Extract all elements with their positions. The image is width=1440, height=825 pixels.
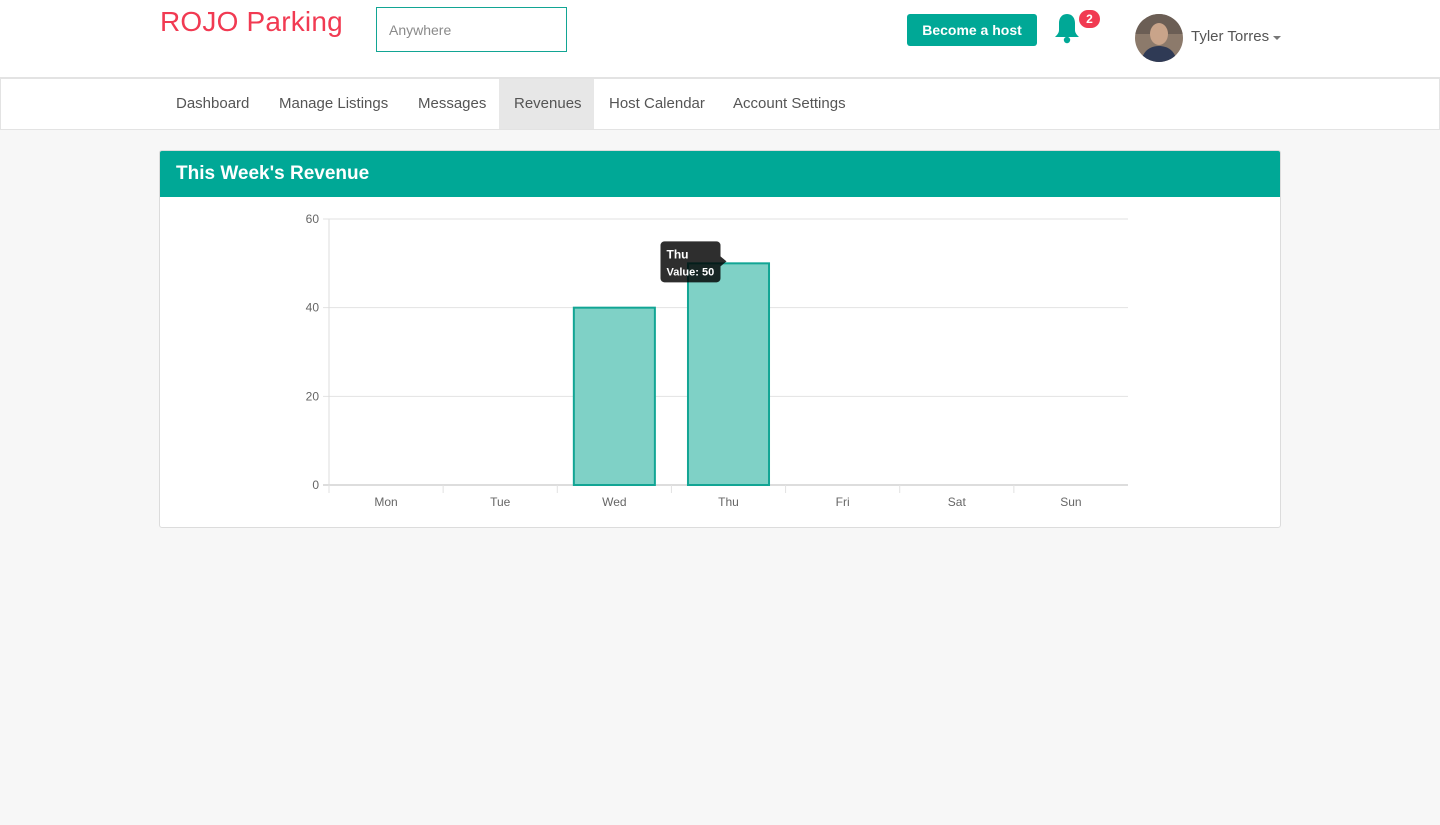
x-tick-label: Sun xyxy=(1060,495,1081,509)
panel-title: This Week's Revenue xyxy=(160,151,1280,197)
y-tick-label: 40 xyxy=(306,301,320,315)
top-bar: ROJO Parking Become a host 2 Tyler Torre… xyxy=(0,0,1440,78)
chart-tooltip: Thu Value: 50 xyxy=(660,241,727,283)
x-tick-label: Wed xyxy=(602,495,626,509)
bar xyxy=(686,262,771,487)
x-tick-label: Tue xyxy=(490,495,511,509)
bell-icon[interactable] xyxy=(1052,12,1082,44)
nav-item-dashboard[interactable]: Dashboard xyxy=(161,79,264,129)
user-name[interactable]: Tyler Torres xyxy=(1191,28,1269,45)
y-tick-label: 20 xyxy=(306,389,320,403)
nav-item-manage-listings[interactable]: Manage Listings xyxy=(264,79,403,129)
x-tick-label: Fri xyxy=(836,495,850,509)
nav-item-host-calendar[interactable]: Host Calendar xyxy=(594,79,720,129)
main-nav: Dashboard Manage Listings Messages Reven… xyxy=(0,78,1440,130)
notification-badge: 2 xyxy=(1079,10,1100,28)
search-input[interactable] xyxy=(376,7,567,52)
tooltip-title: Thu xyxy=(667,247,689,261)
x-tick-label: Mon xyxy=(374,495,397,509)
revenue-chart: 0 20 40 60 Mon Tue Wed Thu Fri Sat Sun Thu Value: 50 xyxy=(306,212,1128,509)
y-tick-label: 0 xyxy=(312,478,319,492)
x-tick-label: Sat xyxy=(948,495,967,509)
tooltip-value: Value: 50 xyxy=(667,266,715,278)
become-host-button[interactable]: Become a host xyxy=(907,14,1037,46)
chevron-down-icon[interactable] xyxy=(1273,36,1281,40)
nav-item-revenues[interactable]: Revenues xyxy=(499,79,594,129)
revenue-panel: This Week's Revenue 0 20 40 60 Mon Tue Wed Thu F… xyxy=(159,150,1281,528)
brand-logo[interactable]: ROJO Parking xyxy=(160,6,343,38)
x-tick-label: Thu xyxy=(718,495,739,509)
avatar[interactable] xyxy=(1135,14,1183,62)
nav-item-messages[interactable]: Messages xyxy=(403,79,501,129)
y-tick-label: 60 xyxy=(306,212,320,226)
nav-item-account-settings[interactable]: Account Settings xyxy=(718,79,861,129)
bar xyxy=(572,306,656,486)
